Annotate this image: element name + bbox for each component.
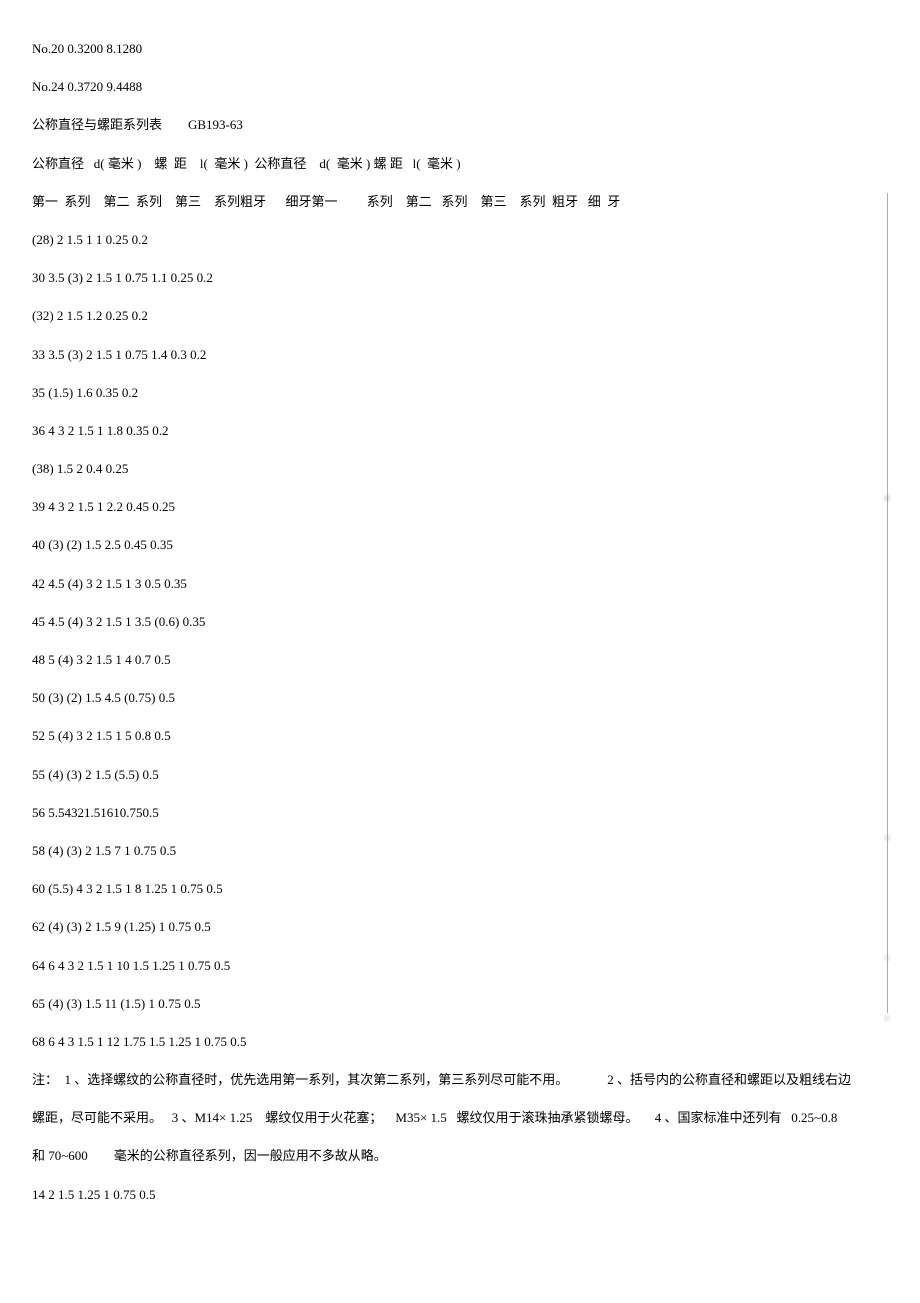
data-line: 62 (4) (3) 2 1.5 9 (1.25) 1 0.75 0.5 [32,918,875,936]
data-line: 50 (3) (2) 1.5 4.5 (0.75) 0.5 [32,689,875,707]
data-line: 45 4.5 (4) 3 2 1.5 1 3.5 (0.6) 0.35 [32,613,875,631]
data-line: 58 (4) (3) 2 1.5 7 1 0.75 0.5 [32,842,875,860]
data-line: 55 (4) (3) 2 1.5 (5.5) 0.5 [32,766,875,784]
scan-artifact [882,493,892,503]
note-line: 注： 1 、选择螺纹的公称直径时，优先选用第一系列，其次第二系列，第三系列尽可能… [32,1071,888,1089]
table-subheader-line: 第一 系列 第二 系列 第三 系列粗牙 细牙第一 系列 第二 系列 第三 系列 … [32,193,875,211]
data-line: (28) 2 1.5 1 1 0.25 0.2 [32,231,875,249]
data-line: 60 (5.5) 4 3 2 1.5 1 8 1.25 1 0.75 0.5 [32,880,875,898]
data-line: 56 5.54321.51610.750.5 [32,804,875,822]
boxed-section-wrapper: 第一 系列 第二 系列 第三 系列粗牙 细牙第一 系列 第二 系列 第三 系列 … [32,193,888,1013]
scan-artifact [882,953,892,963]
data-line: 68 6 4 3 1.5 1 12 1.75 1.5 1.25 1 0.75 0… [32,1033,888,1051]
data-line: (32) 2 1.5 1.2 0.25 0.2 [32,307,875,325]
text-line: No.24 0.3720 9.4488 [32,78,888,96]
boxed-section: 第一 系列 第二 系列 第三 系列粗牙 细牙第一 系列 第二 系列 第三 系列 … [32,193,888,1013]
data-line: 36 4 3 2 1.5 1 1.8 0.35 0.2 [32,422,875,440]
scan-artifact [882,833,892,843]
table-header-line: 公称直径 d( 毫米 ) 螺 距 l( 毫米 ) 公称直径 d( 毫米 ) 螺 … [32,155,888,173]
scan-artifact [882,1013,892,1023]
data-line: 65 (4) (3) 1.5 11 (1.5) 1 0.75 0.5 [32,995,875,1013]
data-line: 39 4 3 2 1.5 1 2.2 0.45 0.25 [32,498,875,516]
data-line: 64 6 4 3 2 1.5 1 10 1.5 1.25 1 0.75 0.5 [32,957,875,975]
note-line: 螺距，尽可能不采用。 3 、M14× 1.25 螺纹仅用于火花塞； M35× 1… [32,1109,888,1127]
data-line: 42 4.5 (4) 3 2 1.5 1 3 0.5 0.35 [32,575,875,593]
pre-section: No.20 0.3200 8.1280 No.24 0.3720 9.4488 … [32,40,888,173]
data-line: 40 (3) (2) 1.5 2.5 0.45 0.35 [32,536,875,554]
data-line: 52 5 (4) 3 2 1.5 1 5 0.8 0.5 [32,727,875,745]
post-section: 68 6 4 3 1.5 1 12 1.75 1.5 1.25 1 0.75 0… [32,1033,888,1204]
data-line: 33 3.5 (3) 2 1.5 1 0.75 1.4 0.3 0.2 [32,346,875,364]
note-line: 和 70~600 毫米的公称直径系列，因一般应用不多故从略。 [32,1147,888,1165]
data-line: 30 3.5 (3) 2 1.5 1 0.75 1.1 0.25 0.2 [32,269,875,287]
table-title-line: 公称直径与螺距系列表 GB193-63 [32,116,888,134]
data-line: (38) 1.5 2 0.4 0.25 [32,460,875,478]
data-line: 48 5 (4) 3 2 1.5 1 4 0.7 0.5 [32,651,875,669]
data-line: 35 (1.5) 1.6 0.35 0.2 [32,384,875,402]
data-line: 14 2 1.5 1.25 1 0.75 0.5 [32,1186,888,1204]
text-line: No.20 0.3200 8.1280 [32,40,888,58]
